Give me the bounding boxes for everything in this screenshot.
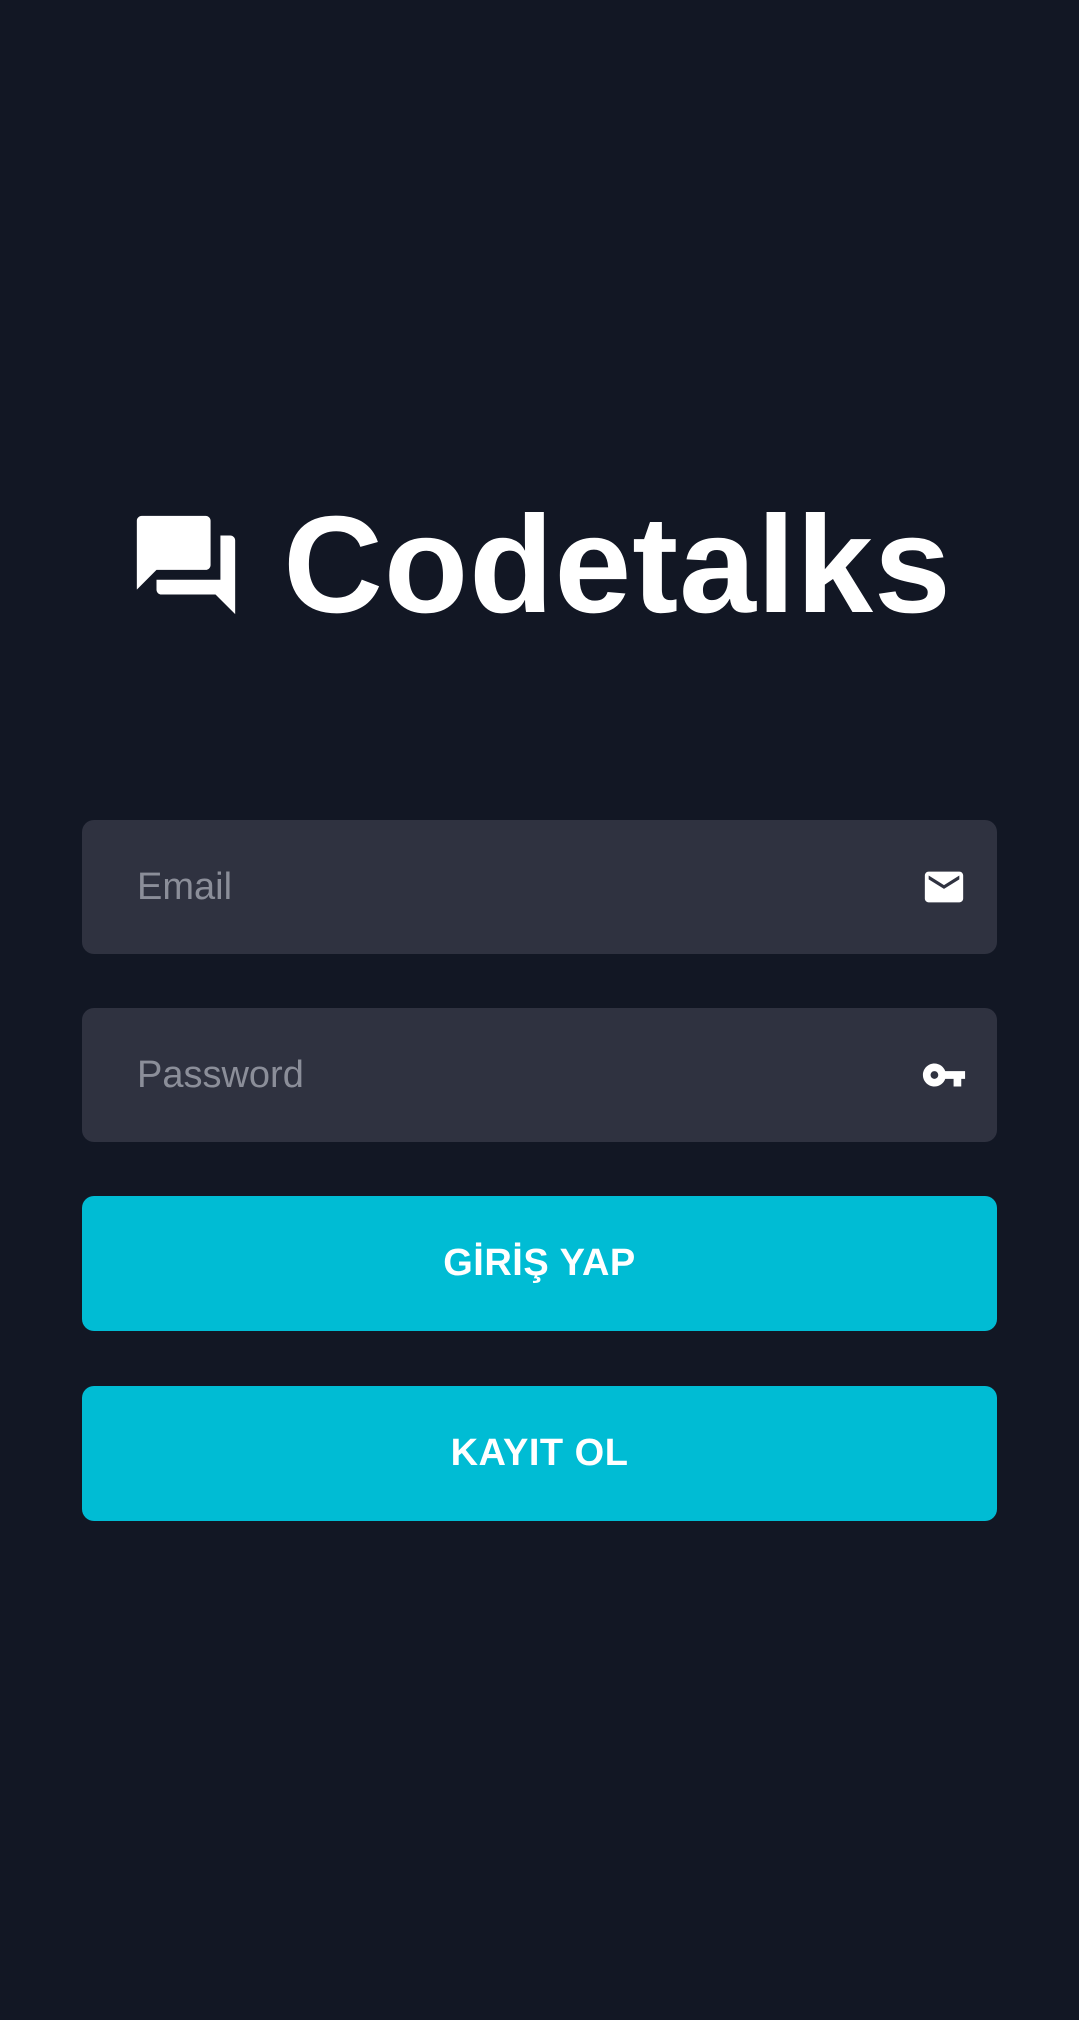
email-input[interactable] <box>137 820 897 954</box>
login-button[interactable]: GİRİŞ YAP <box>82 1196 997 1331</box>
email-icon <box>921 864 967 910</box>
password-field[interactable] <box>82 1008 997 1142</box>
register-button[interactable]: KAYIT OL <box>82 1386 997 1521</box>
app-logo: Codetalks <box>0 488 1079 642</box>
password-input[interactable] <box>137 1008 897 1142</box>
email-field[interactable] <box>82 820 997 954</box>
app-title: Codetalks <box>283 488 952 642</box>
key-icon <box>921 1052 967 1098</box>
forum-icon <box>127 506 245 624</box>
